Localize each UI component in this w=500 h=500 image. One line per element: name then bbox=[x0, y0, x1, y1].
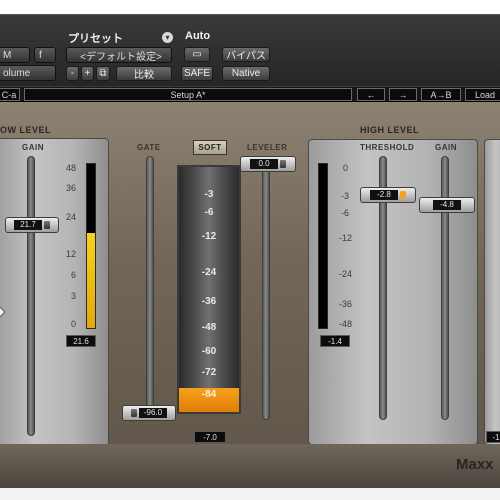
atten-scale-6: -6 bbox=[204, 207, 214, 218]
host-toolbar: M f olume プリセット ▾ <デフォルト設定> - + ⧉ 比較 Aut… bbox=[0, 14, 500, 88]
leveler-slider-handle[interactable]: 0.0 bbox=[240, 156, 296, 172]
auto-label: Auto bbox=[185, 30, 211, 42]
preset-plus-button[interactable]: + bbox=[81, 66, 94, 81]
threshold-value: -2.8 bbox=[370, 190, 398, 200]
leveler-value: 0.0 bbox=[250, 159, 278, 169]
low-level-meter bbox=[86, 163, 96, 329]
low-scale-12: 12 bbox=[65, 249, 76, 259]
handle-grip-icon bbox=[280, 160, 286, 168]
threshold-title: THRESHOLD bbox=[360, 143, 415, 152]
low-scale-48: 48 bbox=[65, 163, 76, 173]
atten-scale-36: -36 bbox=[201, 296, 217, 307]
setup-name-field[interactable]: Setup A* bbox=[24, 88, 352, 101]
low-scale-6: 6 bbox=[70, 270, 76, 280]
high-scale-3: -3 bbox=[341, 191, 350, 201]
preset-dropdown[interactable]: <デフォルト設定> bbox=[66, 47, 172, 63]
atten-scale-60: -60 bbox=[201, 346, 217, 357]
undo-box[interactable]: C-a bbox=[0, 88, 20, 101]
high-gain-value: -4.8 bbox=[433, 200, 461, 210]
plugin-footer bbox=[0, 444, 500, 488]
high-level-panel bbox=[308, 139, 478, 445]
leveler-slider-track[interactable] bbox=[262, 156, 270, 420]
high-scale-48: -48 bbox=[339, 319, 353, 329]
attenuation-meter-face: -3 -6 -12 -24 -36 -48 -60 -72 -84 bbox=[179, 167, 239, 412]
gate-slider-handle[interactable]: -96.0 bbox=[122, 405, 176, 421]
output-panel bbox=[484, 139, 500, 445]
atten-scale-12: -12 bbox=[201, 231, 217, 242]
low-scale-36: 36 bbox=[65, 183, 76, 193]
attenuation-readout: -7.0 bbox=[194, 431, 226, 443]
preset-menu-icon[interactable]: ▾ bbox=[162, 32, 173, 43]
gate-title: GATE bbox=[137, 143, 161, 152]
output-readout: -1 bbox=[486, 431, 500, 443]
bottom-margin bbox=[0, 488, 500, 500]
high-gain-title: GAIN bbox=[435, 143, 457, 152]
atten-scale-84: -84 bbox=[201, 389, 217, 400]
insert-selector[interactable]: f bbox=[34, 47, 56, 63]
atten-scale-72: -72 bbox=[201, 367, 217, 378]
volume-selector[interactable]: olume bbox=[0, 65, 56, 81]
atten-scale-48: -48 bbox=[201, 322, 217, 333]
low-level-meter-fill bbox=[87, 232, 95, 328]
low-meter-readout: 21.6 bbox=[66, 335, 96, 347]
bypass-button[interactable]: バイパス bbox=[222, 47, 270, 62]
top-margin bbox=[0, 0, 500, 14]
high-level-title: HIGH LEVEL bbox=[360, 125, 420, 135]
low-gain-slider-track[interactable] bbox=[27, 156, 35, 436]
attenuation-meter: -3 -6 -12 -24 -36 -48 -60 -72 -84 bbox=[177, 165, 241, 414]
high-level-meter bbox=[318, 163, 328, 329]
low-scale-3: 3 bbox=[70, 291, 76, 301]
soft-button[interactable]: SOFT bbox=[193, 140, 227, 155]
next-setup-button[interactable]: → bbox=[389, 88, 417, 101]
low-scale-0: 0 bbox=[70, 319, 76, 329]
low-level-title: OW LEVEL bbox=[0, 125, 51, 135]
low-gain-title: GAIN bbox=[22, 143, 44, 152]
high-meter-readout: -1.4 bbox=[320, 335, 350, 347]
preset-label: プリセット bbox=[68, 33, 123, 45]
compare-button[interactable]: 比較 bbox=[116, 66, 172, 81]
track-selector[interactable]: M bbox=[0, 47, 30, 63]
high-scale-6: -6 bbox=[341, 208, 350, 218]
threshold-link-icon bbox=[400, 191, 406, 199]
safe-button[interactable]: SAFE bbox=[181, 66, 213, 81]
threshold-slider-handle[interactable]: -2.8 bbox=[360, 187, 416, 203]
low-gain-slider-handle[interactable]: 21.7 bbox=[5, 217, 59, 233]
high-gain-slider-track[interactable] bbox=[441, 156, 449, 420]
gate-slider-track[interactable] bbox=[146, 156, 154, 420]
copy-settings-icon[interactable]: ⧉ bbox=[96, 66, 110, 81]
high-scale-36: -36 bbox=[339, 299, 353, 309]
preset-minus-button[interactable]: - bbox=[66, 66, 79, 81]
high-gain-slider-handle[interactable]: -4.8 bbox=[419, 197, 475, 213]
atten-scale-24: -24 bbox=[201, 267, 217, 278]
high-scale-12: -12 bbox=[339, 233, 353, 243]
handle-grip-icon bbox=[44, 221, 50, 229]
brand-logo: Maxx bbox=[456, 456, 494, 473]
gate-value: -96.0 bbox=[139, 408, 167, 418]
atten-scale-3: -3 bbox=[204, 189, 214, 200]
prev-setup-button[interactable]: ← bbox=[357, 88, 385, 101]
a-to-b-button[interactable]: A→B bbox=[421, 88, 461, 101]
high-scale-24: -24 bbox=[339, 269, 353, 279]
low-gain-value: 21.7 bbox=[14, 220, 42, 230]
native-button[interactable]: Native bbox=[222, 66, 270, 81]
automation-icon[interactable]: ▭ bbox=[184, 47, 210, 62]
low-scale-24: 24 bbox=[65, 212, 76, 222]
handle-grip-icon bbox=[131, 409, 137, 417]
setup-bar: C-a Setup A* ← → A→B Load bbox=[0, 86, 500, 102]
leveler-title: LEVELER bbox=[247, 143, 288, 152]
load-button[interactable]: Load bbox=[465, 88, 500, 101]
high-scale-0: 0 bbox=[343, 163, 349, 173]
